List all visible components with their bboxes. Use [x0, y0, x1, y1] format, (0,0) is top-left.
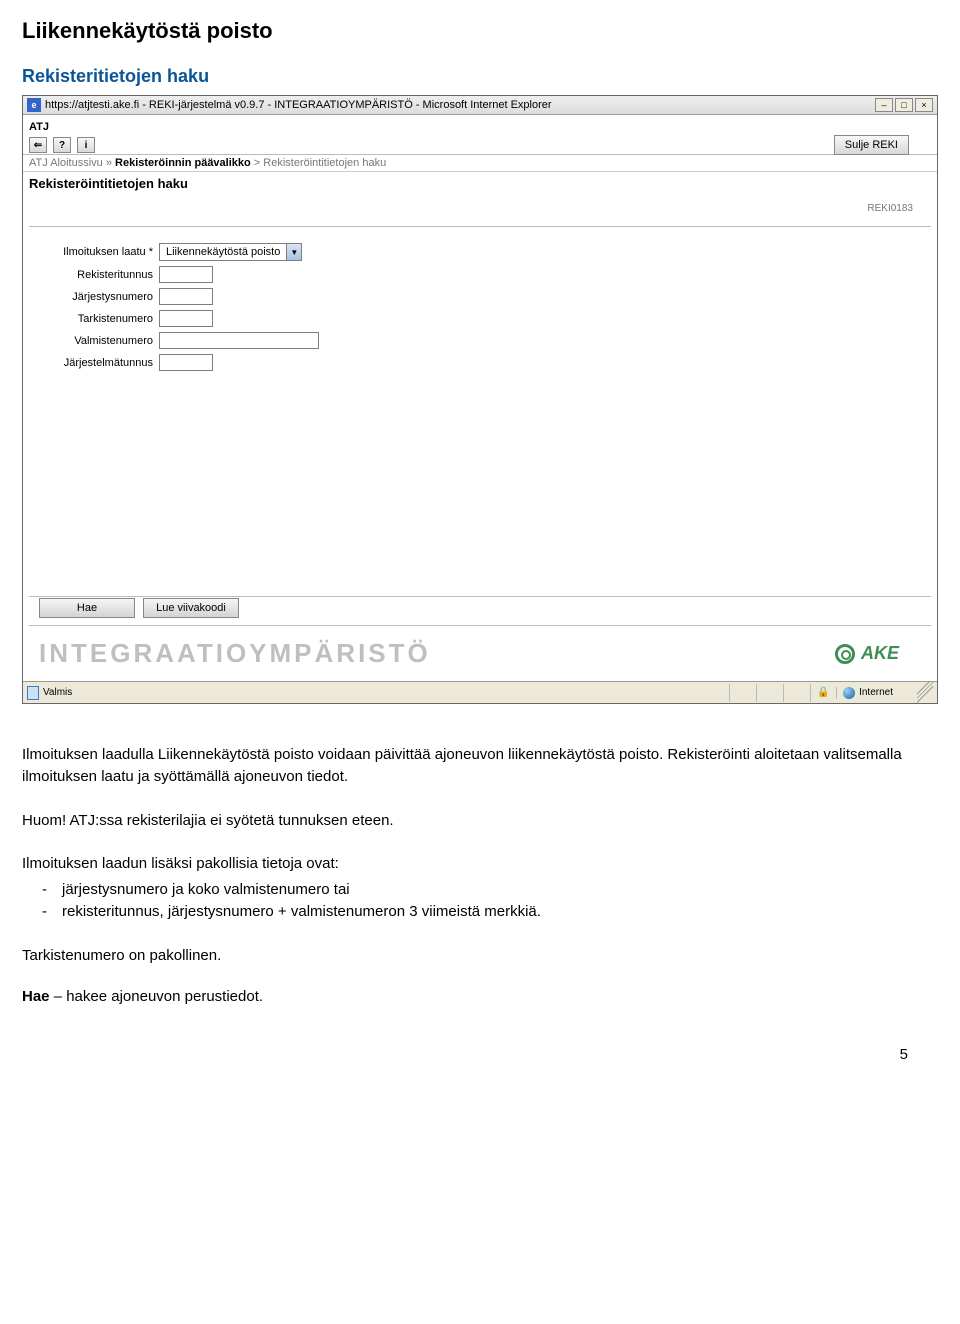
status-left: Valmis — [27, 686, 72, 700]
page-footer: 5 — [22, 1027, 938, 1077]
close-reki-button[interactable]: Sulje REKI — [834, 135, 909, 155]
screenshot-frame: e https://atjtesti.ake.fi - REKI-järjest… — [22, 95, 938, 704]
ilmoituksen-laatu-row: Ilmoituksen laatu * Liikennekäytöstä poi… — [35, 243, 925, 261]
watermark-text: INTEGRAATIOYMPÄRISTÖ — [39, 638, 431, 669]
rekisteritunnus-input[interactable] — [159, 266, 213, 283]
lue-viivakoodi-button[interactable]: Lue viivakoodi — [143, 598, 239, 618]
ilmoituksen-laatu-label: Ilmoituksen laatu * — [35, 246, 153, 258]
ake-logo: AKE — [835, 643, 899, 664]
ake-logo-text: AKE — [861, 643, 899, 664]
breadcrumb: ATJ Aloitussivu » Rekisteröinnin päävali… — [23, 155, 937, 172]
valmistenumero-row: Valmistenumero — [35, 332, 925, 349]
valmistenumero-input[interactable] — [159, 332, 319, 349]
hae-button[interactable]: Hae — [39, 598, 135, 618]
doc-para-huom: Huom! ATJ:ssa rekisterilajia ei syötetä … — [22, 810, 938, 832]
hae-bold: Hae — [22, 988, 50, 1005]
jarjestelmatunnus-row: Järjestelmätunnus — [35, 354, 925, 371]
ie-favicon: e — [27, 98, 41, 112]
tarkistenumero-row: Tarkistenumero — [35, 310, 925, 327]
ie-title-text: https://atjtesti.ake.fi - REKI-järjestel… — [45, 99, 552, 111]
status-text: Valmis — [43, 687, 72, 698]
page-title: Rekisteröintitietojen haku — [23, 172, 937, 191]
jarjestelmatunnus-label: Järjestelmätunnus — [35, 357, 153, 369]
valmistenumero-label: Valmistenumero — [35, 335, 153, 347]
status-cells: 🔒 — [729, 684, 836, 702]
app-topbar: ATJ ⇐ ? i Sulje REKI — [23, 115, 937, 155]
app: ATJ ⇐ ? i Sulje REKI ATJ Aloitussivu » R… — [23, 115, 937, 681]
window-minimize-button[interactable]: – — [875, 98, 893, 112]
ie-status-bar: Valmis 🔒 Internet — [23, 681, 937, 703]
help-icon[interactable]: ? — [53, 137, 71, 153]
doc-heading-1: Liikennekäytöstä poisto — [22, 18, 938, 44]
page-code: REKI0183 — [867, 203, 913, 214]
button-row: Hae Lue viivakoodi — [29, 596, 931, 626]
ilmoituksen-laatu-select[interactable]: Liikennekäytöstä poisto ▼ — [159, 243, 302, 261]
document-icon — [27, 686, 39, 700]
list-item: rekisteritunnus, järjestysnumero + valmi… — [62, 901, 938, 923]
ie-title-bar: e https://atjtesti.ake.fi - REKI-järjest… — [23, 96, 937, 115]
page-code-row: REKI0183 — [29, 191, 931, 227]
page-body: REKI0183 Ilmoituksen laatu * Liikennekäy… — [23, 191, 937, 681]
info-icon[interactable]: i — [77, 137, 95, 153]
tarkistenumero-label: Tarkistenumero — [35, 313, 153, 325]
security-zone: Internet — [836, 687, 917, 699]
form-zone: Ilmoituksen laatu * Liikennekäytöstä poi… — [29, 227, 931, 596]
back-icon[interactable]: ⇐ — [29, 137, 47, 153]
doc-list-intro: Ilmoituksen laadun lisäksi pakollisia ti… — [22, 853, 938, 875]
doc-para-1: Ilmoituksen laadulla Liikennekäytöstä po… — [22, 744, 938, 788]
window-maximize-button[interactable]: □ — [895, 98, 913, 112]
status-cell — [756, 684, 782, 702]
zone-text: Internet — [859, 687, 893, 698]
status-cell — [783, 684, 809, 702]
breadcrumb-1[interactable]: ATJ Aloitussivu — [29, 157, 103, 169]
hae-rest: – hakee ajoneuvon perustiedot. — [50, 988, 264, 1005]
lock-icon: 🔒 — [810, 684, 836, 702]
list-item: järjestysnumero ja koko valmistenumero t… — [62, 879, 938, 901]
breadcrumb-2[interactable]: Rekisteröinnin päävalikko — [115, 157, 251, 169]
jarjestelmatunnus-input[interactable] — [159, 354, 213, 371]
rekisteritunnus-label: Rekisteritunnus — [35, 269, 153, 281]
atj-label: ATJ — [29, 121, 49, 133]
page-number: 5 — [900, 1046, 908, 1063]
ilmoituksen-laatu-value: Liikennekäytöstä poisto — [160, 246, 286, 258]
window-controls: – □ × — [875, 98, 933, 112]
window-close-button[interactable]: × — [915, 98, 933, 112]
doc-para-hae: Hae – hakee ajoneuvon perustiedot. — [22, 988, 938, 1005]
jarjestysnumero-label: Järjestysnumero — [35, 291, 153, 303]
tarkistenumero-input[interactable] — [159, 310, 213, 327]
rekisteritunnus-row: Rekisteritunnus — [35, 266, 925, 283]
globe-icon — [843, 687, 855, 699]
doc-list: järjestysnumero ja koko valmistenumero t… — [22, 879, 938, 923]
chevron-down-icon: ▼ — [286, 244, 301, 260]
status-cell — [729, 684, 755, 702]
breadcrumb-3: Rekisteröintitietojen haku — [263, 157, 386, 169]
ake-logo-icon — [835, 644, 855, 664]
jarjestysnumero-row: Järjestysnumero — [35, 288, 925, 305]
resize-grip-icon — [917, 682, 933, 703]
toolbar-icons: ⇐ ? i — [29, 137, 95, 155]
doc-heading-2: Rekisteritietojen haku — [22, 66, 938, 87]
doc-para-tarkiste: Tarkistenumero on pakollinen. — [22, 945, 938, 967]
watermark-row: INTEGRAATIOYMPÄRISTÖ AKE — [29, 626, 931, 675]
jarjestysnumero-input[interactable] — [159, 288, 213, 305]
